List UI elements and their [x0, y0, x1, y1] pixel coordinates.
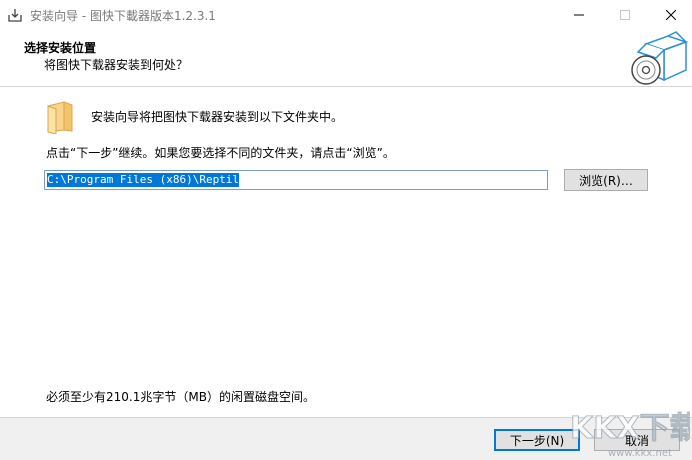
- folder-message: 安装向导将把图快下载器安装到以下文件夹中。: [91, 110, 344, 124]
- installer-window: 安装向导 - 图快下載器版本1.2.3.1 选择安装位置 将图快下载器安装到何处…: [0, 0, 692, 460]
- page-title: 选择安装位置: [24, 41, 97, 55]
- minimize-icon: [574, 14, 584, 16]
- maximize-button[interactable]: [602, 0, 648, 30]
- window-title: 安装向导 - 图快下載器版本1.2.3.1: [30, 9, 216, 23]
- button-bar: 下一步(N) 取消: [0, 418, 692, 460]
- folder-icon: [47, 101, 73, 134]
- title-bar: 安装向导 - 图快下載器版本1.2.3.1: [0, 0, 692, 30]
- install-path-input[interactable]: C:\Program Files (x86)\Reptil: [44, 170, 548, 190]
- close-button[interactable]: [648, 0, 692, 30]
- software-box-cd-icon: [631, 31, 688, 85]
- next-button[interactable]: 下一步(N): [494, 429, 580, 451]
- install-path-value: C:\Program Files (x86)\Reptil: [47, 173, 240, 187]
- maximize-icon: [620, 10, 630, 20]
- page-header: 选择安装位置 将图快下载器安装到何处？: [0, 30, 692, 86]
- page-subtitle: 将图快下载器安装到何处？: [44, 58, 189, 72]
- close-icon: [666, 10, 676, 20]
- instruction-text: 点击“下一步”继续。如果您要选择不同的文件夹，请点击“浏览”。: [46, 146, 395, 160]
- browse-button[interactable]: 浏览(R)…: [564, 169, 648, 191]
- space-required-text: 必须至少有210.1兆字节（MB）的闲置磁盘空间。: [46, 390, 315, 404]
- cancel-button[interactable]: 取消: [594, 429, 680, 451]
- minimize-button[interactable]: [556, 0, 602, 30]
- header-divider: [0, 86, 692, 87]
- download-box-icon: [8, 9, 22, 22]
